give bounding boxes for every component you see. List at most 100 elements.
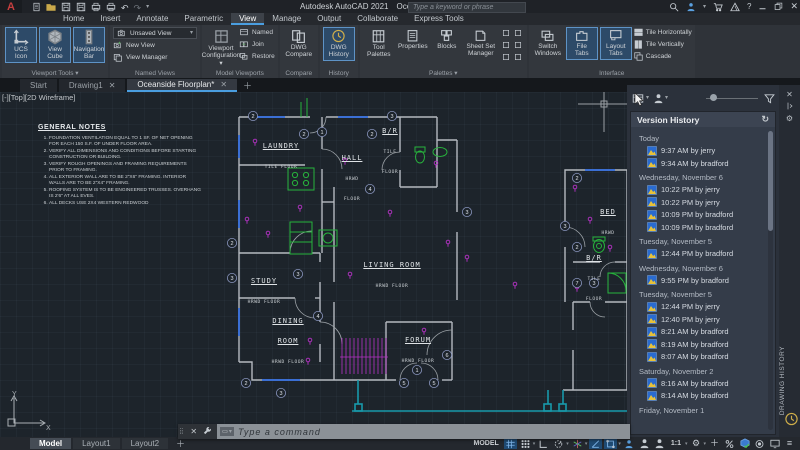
status-annauto-icon[interactable] <box>638 438 651 449</box>
status-1-1[interactable]: 1:1 <box>668 440 684 447</box>
palette-mini-button-6[interactable] <box>513 51 524 62</box>
ribbon-tab-home[interactable]: Home <box>55 13 92 25</box>
new-drawing-tab-button[interactable]: ＋ <box>243 79 252 92</box>
refresh-icon[interactable]: ↻ <box>761 114 769 125</box>
ribbon-row-named[interactable]: Named <box>239 27 275 38</box>
file-tab-drawing1[interactable]: Drawing1 ✕ <box>58 79 126 92</box>
status-dropdown-caret[interactable]: ▾ <box>618 441 621 447</box>
autodesk-account-icon[interactable] <box>730 1 740 12</box>
file-tab-start[interactable]: Start <box>20 79 57 92</box>
save-as-icon[interactable] <box>76 2 86 12</box>
named-views-dropdown[interactable]: Unsaved View ▾ <box>113 27 197 39</box>
version-entry[interactable]: 9:55 PM by bradford <box>647 275 766 285</box>
date-range-slider[interactable] <box>706 93 758 103</box>
status-hw-icon[interactable] <box>738 438 751 449</box>
version-entry[interactable]: 9:37 AM by jerry <box>647 145 766 156</box>
ribbon-tab-annotate[interactable]: Annotate <box>128 13 176 25</box>
autocad-logo[interactable]: A <box>0 0 22 13</box>
ribbon-button-properties[interactable]: Properties <box>397 27 429 52</box>
sign-in-icon[interactable] <box>686 2 696 12</box>
command-line[interactable]: ⣿ ✕ ▭ ▾ Type a command <box>178 424 630 439</box>
ribbon-tab-parametric[interactable]: Parametric <box>176 13 231 25</box>
status-clean-icon[interactable] <box>768 438 781 449</box>
customize-wrench-icon[interactable] <box>203 426 212 437</box>
ribbon-button-layout-tabs[interactable]: Layout Tabs <box>599 27 632 60</box>
new-file-icon[interactable] <box>32 2 41 12</box>
status-grid-icon[interactable] <box>503 438 517 449</box>
status-menu-icon[interactable]: ≡ <box>783 438 796 449</box>
ribbon-tab-collaborate[interactable]: Collaborate <box>349 13 406 25</box>
palette-mini-button-1[interactable] <box>501 27 512 38</box>
search-icon[interactable] <box>669 2 679 12</box>
layout-tab-layout2[interactable]: Layout2 <box>121 438 169 449</box>
status-annscale-icon[interactable] <box>653 438 666 449</box>
filter-icon[interactable] <box>764 93 775 104</box>
status-perf-icon[interactable] <box>723 438 736 449</box>
version-entry[interactable]: 12:44 PM by bradford <box>647 248 766 259</box>
palette-properties-icon[interactable]: ⚙ <box>786 112 793 124</box>
ribbon-button-file-tabs[interactable]: File Tabs <box>565 27 598 60</box>
palette-mini-button-2[interactable] <box>513 27 524 38</box>
ribbon-tab-express-tools[interactable]: Express Tools <box>406 13 472 25</box>
ribbon-row-new-view[interactable]: New View <box>113 40 197 51</box>
tab-close-icon[interactable]: ✕ <box>109 81 116 90</box>
ribbon-tab-output[interactable]: Output <box>309 13 349 25</box>
version-entry[interactable]: 12:40 PM by jerry <box>647 314 766 324</box>
layout-tab-layout1[interactable]: Layout1 <box>73 438 120 449</box>
app-store-icon[interactable] <box>713 2 723 12</box>
ribbon-tab-view[interactable]: View <box>231 13 265 25</box>
close-icon[interactable]: ✕ <box>790 2 798 11</box>
status-gear-icon[interactable]: ⚙ <box>689 438 702 449</box>
status-polar-icon[interactable] <box>552 438 565 449</box>
palette-mini-button-4[interactable] <box>513 39 524 50</box>
recent-commands-icon[interactable]: ▭ ▾ <box>220 427 234 436</box>
status-dropdown-caret[interactable]: ▾ <box>533 441 536 447</box>
save-icon[interactable] <box>61 2 71 12</box>
palette-scrollbar[interactable] <box>768 131 773 430</box>
ribbon-button-tool-palettes[interactable]: Tool Palettes <box>363 27 395 61</box>
search-input[interactable]: Type a keyword or phrase <box>408 2 526 13</box>
status-model[interactable]: MODEL <box>471 440 502 447</box>
ribbon-button-dwg-history[interactable]: DWG History <box>322 27 355 61</box>
ribbon-row-restore[interactable]: Restore <box>239 51 275 62</box>
status-dropdown-caret[interactable]: ▾ <box>585 441 588 447</box>
dropdown-caret-icon[interactable]: ▾ <box>703 4 706 10</box>
tab-close-icon[interactable]: ✕ <box>220 80 227 89</box>
palette-close-icon[interactable]: ✕ <box>786 88 793 100</box>
restore-icon[interactable] <box>774 2 783 11</box>
version-entry[interactable]: 9:34 AM by bradford <box>647 158 766 168</box>
close-command-icon[interactable]: ✕ <box>190 427 197 436</box>
plot-icon[interactable] <box>91 2 101 12</box>
command-line-grip[interactable]: ⣿ <box>178 424 185 439</box>
version-entry[interactable]: 10:09 PM by bradford <box>647 209 766 220</box>
ribbon-button-blocks[interactable]: Blocks <box>431 27 463 52</box>
command-input[interactable]: ▭ ▾ Type a command <box>217 424 630 439</box>
version-entry[interactable]: 8:07 AM by bradford <box>647 351 766 362</box>
status-snap-icon[interactable] <box>519 438 532 449</box>
scrollbar-thumb[interactable] <box>768 131 773 231</box>
ribbon-button-dwg-compare[interactable]: DWG Compare <box>283 27 315 61</box>
version-entry[interactable]: 8:19 AM by bradford <box>647 339 766 349</box>
version-entry[interactable]: 10:22 PM by jerry <box>647 197 766 207</box>
palette-mini-button-5[interactable] <box>501 51 512 62</box>
status-iso-icon[interactable] <box>571 438 584 449</box>
status-annvis-icon[interactable] <box>623 438 636 449</box>
ribbon-row-tile-horizontally[interactable]: Tile Horizontally <box>634 27 692 38</box>
ribbon-button-view-cube[interactable]: View Cube <box>39 27 71 63</box>
auto-hide-icon[interactable] <box>786 100 794 112</box>
slider-knob[interactable] <box>710 94 717 101</box>
palette-mini-button-3[interactable] <box>501 39 512 50</box>
file-tab-oceanside-floorplan-[interactable]: Oceanside Floorplan* ✕ <box>127 79 238 92</box>
status-dropdown-caret[interactable]: ▾ <box>703 441 706 447</box>
version-entry[interactable]: 10:22 PM by jerry <box>647 184 766 195</box>
ribbon-button-switch-windows[interactable]: Switch Windows <box>532 27 564 60</box>
ribbon-row-tile-vertically[interactable]: Tile Vertically <box>634 39 692 50</box>
version-entry[interactable]: 8:16 AM by bradford <box>647 378 766 388</box>
ribbon-button-ucs-icon[interactable]: UCS Icon <box>5 27 37 63</box>
status-osnap-icon[interactable] <box>604 438 618 449</box>
version-entry[interactable]: 8:14 AM by bradford <box>647 390 766 401</box>
user-filter-button[interactable]: ▾ <box>653 93 668 104</box>
minimize-icon[interactable] <box>758 2 767 11</box>
help-icon[interactable]: ? <box>747 2 751 11</box>
ribbon-button-sheet-set-manager[interactable]: Sheet Set Manager <box>465 27 497 60</box>
